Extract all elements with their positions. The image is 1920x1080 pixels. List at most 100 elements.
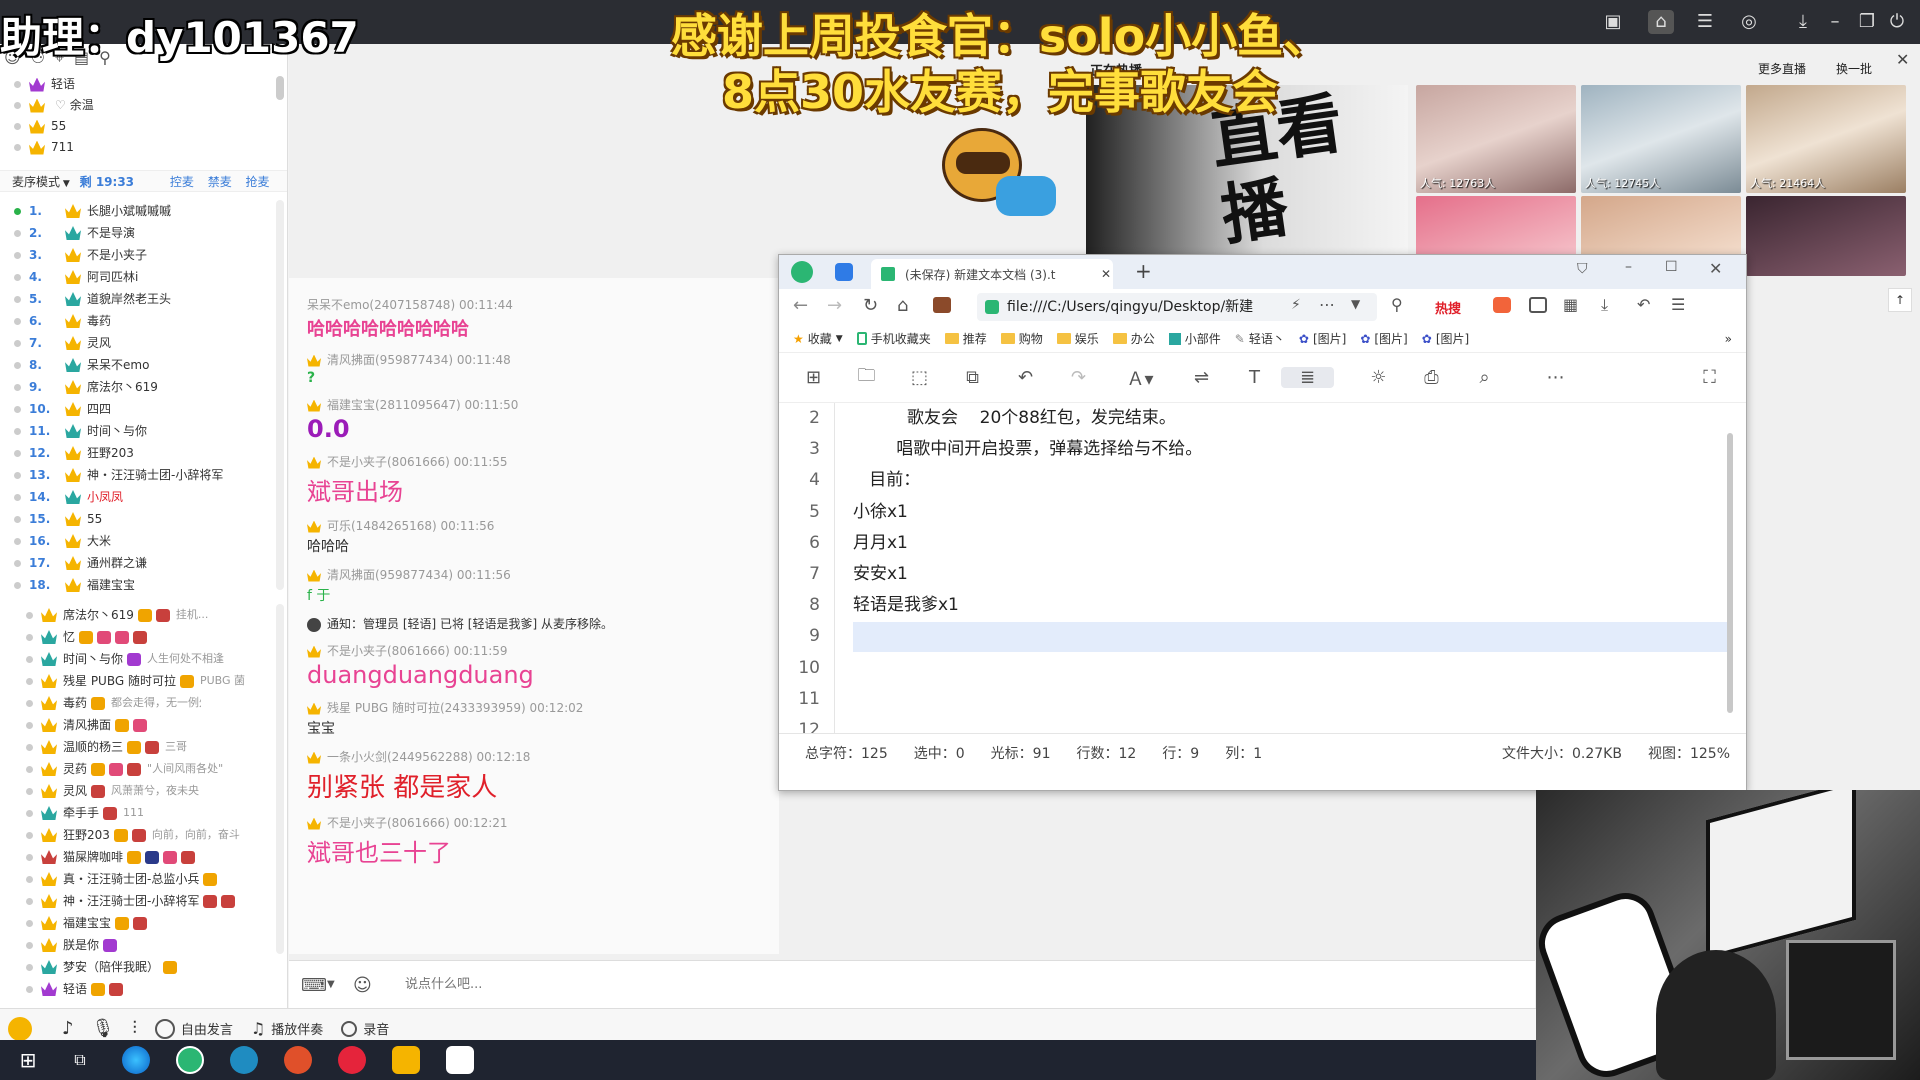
line-numbers-icon[interactable]: ≣ (1281, 367, 1334, 388)
apps-icon[interactable]: ▦ (1563, 295, 1578, 314)
queue-item[interactable]: 4. 阿司匹林i (0, 266, 276, 288)
new-tab-icon[interactable]: + (1135, 259, 1152, 283)
restore-icon[interactable]: ❐ (1854, 10, 1880, 34)
queue-item[interactable]: 15. 55 (0, 508, 276, 530)
text-size-icon[interactable]: T (1228, 367, 1281, 388)
home-icon[interactable]: ⌂ (897, 295, 908, 316)
find-icon[interactable]: ⌕ (1458, 367, 1511, 388)
member-item[interactable]: 毒药都会走得，无一例外。 (0, 692, 276, 714)
member-item[interactable]: 温顺的杨三 三哥 (0, 736, 276, 758)
mic-mode-dropdown[interactable]: 麦序模式 (12, 175, 60, 189)
queue-item[interactable]: 13. 神・汪汪骑士团-小辞将军 (0, 464, 276, 486)
live-thumb[interactable] (1581, 196, 1741, 256)
chevron-down-icon[interactable]: ▼ (1351, 297, 1360, 311)
undo-icon[interactable]: ↶ (999, 367, 1052, 388)
member-item[interactable]: 席法尔丶619 挂机... (0, 604, 276, 626)
text-editor[interactable]: 2 3 4 5 6 7 8 9 10 11 12 歌友会 20个88红包，发完结… (779, 403, 1746, 733)
briefcase-icon[interactable] (933, 297, 951, 313)
edge-icon[interactable] (122, 1046, 150, 1074)
bookmark-item[interactable]: 手机收藏夹 (856, 330, 931, 347)
queue-item[interactable]: 16. 大米 (0, 530, 276, 552)
queue-item[interactable]: 11. 时间丶与你 (0, 420, 276, 442)
member-scrollbar[interactable] (276, 604, 284, 954)
more-live-link[interactable]: 更多直播 (1758, 60, 1806, 77)
task-view-icon[interactable]: ⧉ (66, 1046, 94, 1074)
microphone-icon[interactable]: 🎙 (92, 1018, 115, 1039)
home-icon[interactable]: ⌂ (1648, 10, 1674, 34)
bookmark-item[interactable]: ✿ [图片] (1360, 330, 1407, 347)
bookmark-folder[interactable]: 办公 (1112, 330, 1155, 347)
live-thumb[interactable] (1746, 196, 1906, 276)
menu-icon[interactable]: ☰ (1671, 295, 1685, 314)
bookmark-item[interactable]: ✎ 轻语丶 (1235, 330, 1285, 347)
hot-search-link[interactable]: 热搜 (1435, 298, 1461, 317)
close-tab-icon[interactable]: ✕ (1101, 267, 1111, 281)
bookmark-folder[interactable]: 购物 (1000, 330, 1043, 347)
pinned-tab-icon[interactable] (835, 263, 853, 281)
app-icon[interactable] (284, 1046, 312, 1074)
member-item[interactable]: 狂野203 向前，向前，奋斗 (0, 824, 276, 846)
member-item[interactable]: 时间丶与你 人生何处不相逢 (0, 648, 276, 670)
close-window-icon[interactable]: ✕ (1709, 259, 1722, 278)
member-item[interactable]: 忆 (0, 626, 276, 648)
grab-mic-link[interactable]: 抢麦 (246, 175, 270, 189)
chat-input[interactable] (405, 977, 1005, 992)
new-file-icon[interactable]: ⊞ (787, 367, 840, 388)
queue-item[interactable]: 7. 灵风 (0, 332, 276, 354)
control-mic-link[interactable]: 控麦 (170, 175, 194, 189)
live-thumb[interactable]: 人气: 12763人 (1416, 85, 1576, 193)
queue-item[interactable]: 10. 四四 (0, 398, 276, 420)
app-icon[interactable] (230, 1046, 258, 1074)
power-icon[interactable]: ⏻ (1884, 10, 1910, 34)
scroll-top-icon[interactable]: ↑ (1888, 288, 1912, 312)
minimize-icon[interactable]: – (1822, 10, 1848, 34)
refresh-icon[interactable]: ↻ (863, 295, 878, 316)
queue-item[interactable]: 8. 呆呆不emo (0, 354, 276, 376)
gamepad-icon[interactable]: ◎ (1736, 10, 1762, 34)
redo-icon[interactable]: ↷ (1052, 367, 1105, 388)
search-icon[interactable]: ⚲ (1391, 295, 1403, 314)
member-item[interactable]: 清风拂面 (0, 714, 276, 736)
close-icon[interactable]: ✕ (1896, 50, 1909, 69)
queue-item[interactable]: 14. 小凤凤 (0, 486, 276, 508)
bookmark-favorites[interactable]: ★ 收藏 ▼ (793, 330, 843, 347)
more-bookmarks-icon[interactable]: » (1725, 332, 1732, 346)
ban-mic-link[interactable]: 禁麦 (208, 175, 232, 189)
save-icon[interactable]: ⬚ (893, 367, 946, 388)
undo-icon[interactable]: ↶ (1637, 295, 1650, 314)
free-speech-button[interactable]: 自由发言 (154, 1018, 233, 1039)
live-thumb[interactable] (1416, 196, 1576, 256)
top-user-item[interactable]: 55 (0, 116, 287, 137)
app-icon[interactable] (446, 1046, 474, 1074)
fullscreen-icon[interactable]: ⛶ (1683, 367, 1736, 388)
maximize-icon[interactable]: ☐ (1665, 259, 1678, 275)
bookmark-folder[interactable]: 推荐 (944, 330, 987, 347)
word-wrap-icon[interactable]: ⇌ (1175, 367, 1228, 388)
open-folder-icon[interactable]: 🗀 (840, 363, 893, 393)
member-item[interactable]: 牵手手 111 (0, 802, 276, 824)
shirt-icon[interactable]: ⛉ (1577, 261, 1588, 277)
queue-item[interactable]: 2. 不是导演 (0, 222, 276, 244)
tab-active[interactable]: (未保存) 新建文本文档 (3).t ✕ (871, 259, 1113, 289)
bookmark-folder[interactable]: 娱乐 (1056, 330, 1099, 347)
queue-scrollbar[interactable] (276, 200, 284, 590)
play-accompaniment-button[interactable]: ♫ 播放伴奏 (251, 1019, 323, 1038)
queue-item[interactable]: 17. 通州群之谦 (0, 552, 276, 574)
switch-batch-link[interactable]: 换一批 (1836, 60, 1872, 77)
member-item[interactable]: 福建宝宝 (0, 912, 276, 934)
print-icon[interactable]: ⎙ (1405, 367, 1458, 388)
live-thumb[interactable]: 人气: 21464人 (1746, 85, 1906, 193)
queue-item[interactable]: 3. 不是小夹子 (0, 244, 276, 266)
save-as-icon[interactable]: ⧉ (946, 367, 999, 388)
member-item[interactable]: 真・汪汪骑士团-总监小兵 (0, 868, 276, 890)
bookmark-item[interactable]: ✿ [图片] (1299, 330, 1346, 347)
record-button[interactable]: 录音 (341, 1019, 389, 1038)
chevron-down-icon[interactable]: ▼ (327, 979, 335, 990)
queue-item[interactable]: 5. 道貌岸然老王头 (0, 288, 276, 310)
yy-icon[interactable] (392, 1046, 420, 1074)
avatar[interactable] (8, 1016, 32, 1041)
address-input[interactable]: file:///C:/Users/qingyu/Desktop/新建 (977, 293, 1377, 321)
bookmark-item[interactable]: 小部件 (1168, 330, 1221, 347)
screenshot-icon[interactable] (1529, 297, 1547, 313)
browser-app-icon[interactable] (176, 1046, 204, 1074)
